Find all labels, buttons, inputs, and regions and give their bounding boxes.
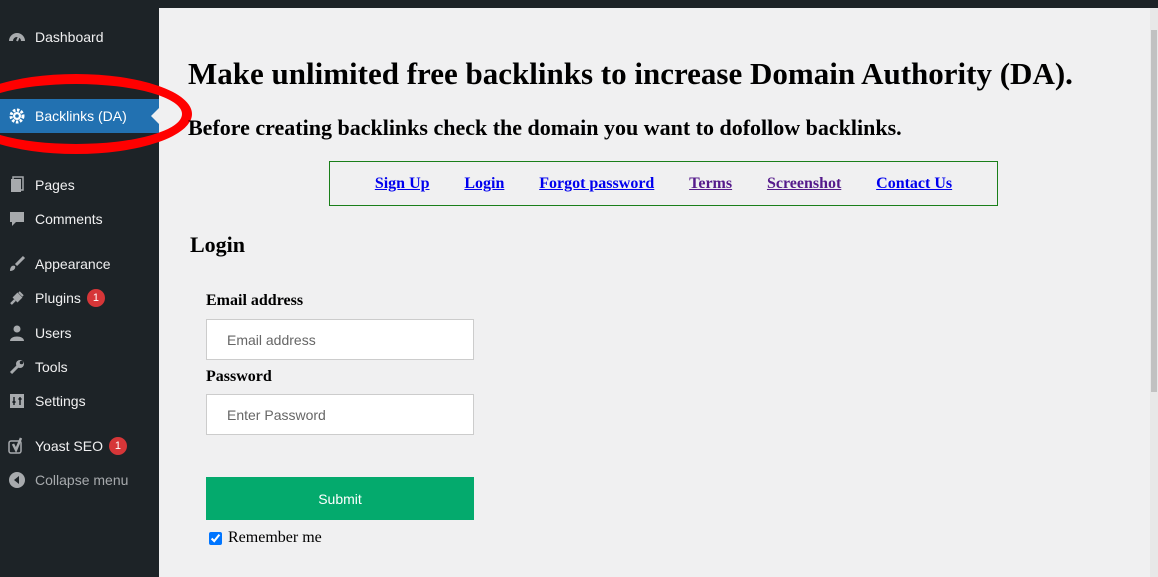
link-bar: Sign Up Login Forgot password Terms Scre… xyxy=(329,161,998,206)
email-field[interactable] xyxy=(206,319,474,360)
collapse-menu-button[interactable]: Collapse menu xyxy=(0,463,159,497)
remember-me: Remember me xyxy=(209,529,322,547)
notification-badge: 1 xyxy=(108,437,127,455)
sidebar-item-appearance[interactable]: Appearance xyxy=(0,247,159,281)
comment-icon xyxy=(8,210,26,228)
remember-me-label: Remember me xyxy=(228,529,322,546)
sidebar-item-dashboard[interactable]: Dashboard xyxy=(0,20,159,54)
password-label: Password xyxy=(206,368,272,385)
settings-icon xyxy=(8,392,26,410)
login-link[interactable]: Login xyxy=(464,175,504,193)
sidebar-item-pages[interactable]: Pages xyxy=(0,168,159,202)
paintbrush-icon xyxy=(8,255,26,273)
admin-top-bar xyxy=(0,0,1158,8)
dashboard-icon xyxy=(8,28,26,46)
sidebar-item-yoast-seo[interactable]: Yoast SEO 1 xyxy=(0,429,159,463)
plug-icon xyxy=(8,289,26,307)
scrollbar-thumb[interactable] xyxy=(1151,30,1157,392)
sidebar-item-tools[interactable]: Tools xyxy=(0,350,159,384)
sidebar-item-label: Plugins xyxy=(35,290,81,306)
sidebar-item-label: Yoast SEO xyxy=(35,438,103,454)
pages-icon xyxy=(8,176,26,194)
screenshot-link[interactable]: Screenshot xyxy=(767,175,841,193)
sidebar-item-label: Dashboard xyxy=(35,29,104,45)
main-content: Make unlimited free backlinks to increas… xyxy=(159,8,1150,577)
login-heading: Login xyxy=(190,232,246,257)
page-headline: Make unlimited free backlinks to increas… xyxy=(188,56,1073,91)
update-count-badge: 1 xyxy=(86,289,105,307)
signup-link[interactable]: Sign Up xyxy=(375,175,430,193)
sidebar-item-plugins[interactable]: Plugins 1 xyxy=(0,281,159,315)
yoast-icon xyxy=(8,437,26,455)
scrollbar[interactable] xyxy=(1150,8,1158,577)
user-icon xyxy=(8,324,26,342)
sidebar-item-users[interactable]: Users xyxy=(0,316,159,350)
wrench-icon xyxy=(8,358,26,376)
password-field[interactable] xyxy=(206,394,474,435)
forgot-password-link[interactable]: Forgot password xyxy=(539,175,654,193)
sidebar-item-label: Settings xyxy=(35,393,86,409)
sidebar-item-label: Tools xyxy=(35,359,68,375)
page-subheadline: Before creating backlinks check the doma… xyxy=(188,115,902,140)
email-label: Email address xyxy=(206,292,304,309)
collapse-icon xyxy=(8,471,26,489)
submit-button[interactable]: Submit xyxy=(206,477,474,520)
sidebar-item-label: Collapse menu xyxy=(35,472,129,488)
remember-me-checkbox[interactable] xyxy=(209,531,222,545)
sidebar-item-label: Users xyxy=(35,325,72,341)
sidebar-item-label: Comments xyxy=(35,211,103,227)
sidebar-item-label: Pages xyxy=(35,177,75,193)
sidebar-item-settings[interactable]: Settings xyxy=(0,384,159,418)
sidebar-item-label: Appearance xyxy=(35,256,111,272)
terms-link[interactable]: Terms xyxy=(689,175,732,193)
contact-us-link[interactable]: Contact Us xyxy=(876,175,952,193)
sidebar-item-comments[interactable]: Comments xyxy=(0,202,159,236)
